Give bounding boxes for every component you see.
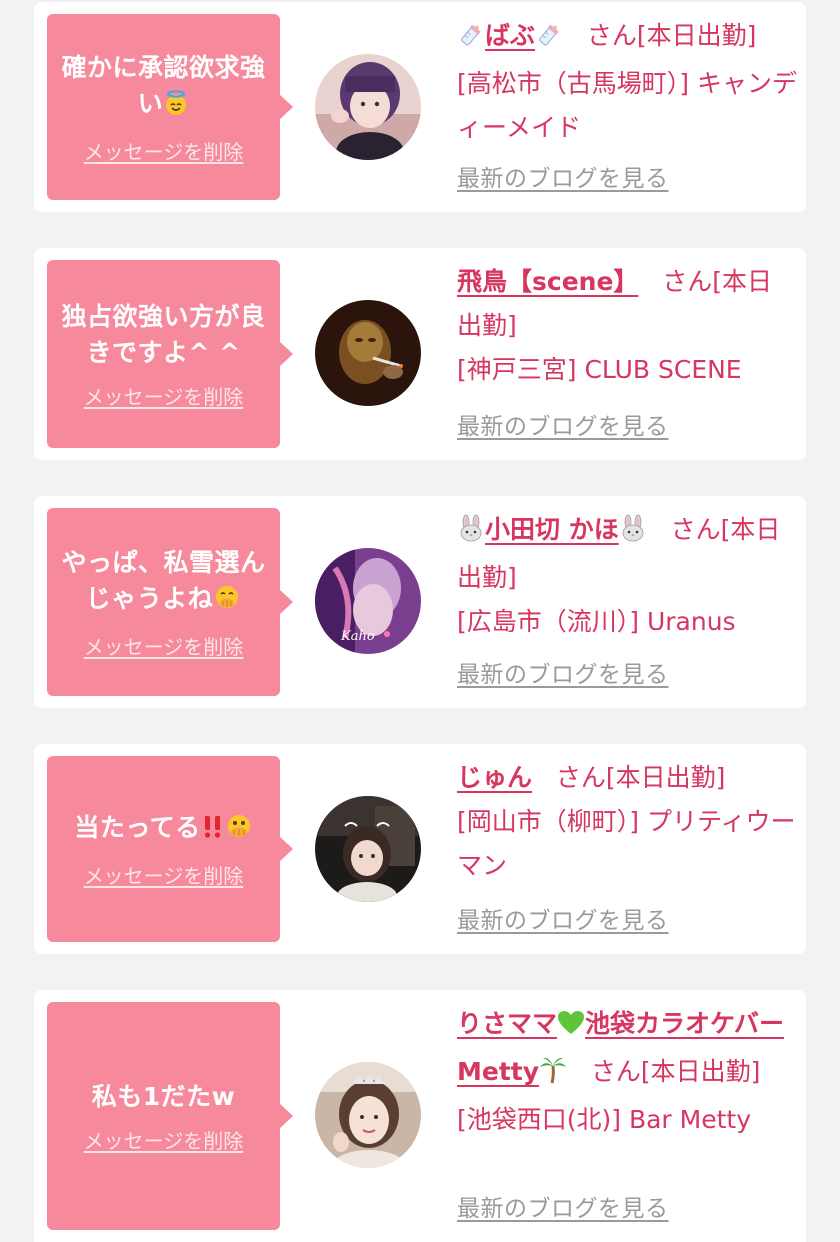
green-heart-icon xyxy=(557,1006,585,1050)
latest-blog-link[interactable]: 最新のブログを見る xyxy=(457,906,669,936)
avatar[interactable]: Kaho xyxy=(315,548,421,654)
message-card: 私も1だたw メッセージを削除 りさママ 池袋カラオケバーMetty さん[本日出… xyxy=(34,990,806,1242)
double-exclamation-icon xyxy=(201,812,225,850)
shop-text: [岡山市（柳町）] プリティウーマン xyxy=(457,807,796,880)
cast-name-text: ばぶ xyxy=(485,21,536,50)
avatar[interactable] xyxy=(315,54,421,160)
rabbit-face-icon xyxy=(619,512,647,556)
message-text: 独占欲強い方が良きですよ^ ^ xyxy=(61,302,266,367)
message-bubble: 当たってる メッセージを削除 xyxy=(47,756,293,942)
delete-message-link[interactable]: メッセージを削除 xyxy=(84,864,244,888)
honorific: さん xyxy=(590,1057,641,1086)
delete-message-link[interactable]: メッセージを削除 xyxy=(84,1129,244,1153)
shop-text: [池袋西口(北)] Bar Metty xyxy=(457,1105,752,1134)
status-text: [本日出勤] xyxy=(636,21,757,50)
message-bubble: 独占欲強い方が良きですよ^ ^ メッセージを削除 xyxy=(47,260,293,448)
message-text: 確かに承認欲求強い xyxy=(57,50,270,126)
status-text: [本日出勤] xyxy=(640,1057,761,1086)
message-card: やっぱ、私雪選んじゃうよね メッセージを削除 Kaho 小田切 かほ さん[本日… xyxy=(34,496,806,708)
cast-name-link[interactable]: ばぶ xyxy=(457,21,563,50)
avatar[interactable] xyxy=(315,1062,421,1168)
cast-name-text: 小田切 かほ xyxy=(485,515,619,544)
cast-info: 小田切 かほ さん[本日出勤] [広島市（流川）] Uranus xyxy=(457,508,797,644)
message-card: 独占欲強い方が良きですよ^ ^ メッセージを削除 飛鳥【scene】 さん[本日… xyxy=(34,248,806,460)
shop-text: [高松市（古馬場町）] キャンディーメイド xyxy=(457,69,797,142)
baby-bottle-icon xyxy=(535,18,563,62)
message-bubble: 確かに承認欲求強い メッセージを削除 xyxy=(47,14,293,200)
honorific: さん xyxy=(555,763,606,792)
honorific: さん xyxy=(662,267,713,296)
cast-info: りさママ 池袋カラオケバーMetty さん[本日出勤] [池袋西口(北)] Bar… xyxy=(457,1002,797,1142)
cast-name-part1: りさママ xyxy=(457,1009,558,1038)
latest-blog-link[interactable]: 最新のブログを見る xyxy=(457,660,669,690)
message-text: 私も1だたw xyxy=(91,1082,236,1111)
cast-name-link[interactable]: 飛鳥【scene】 xyxy=(457,267,638,296)
smiling-face-with-halo-icon xyxy=(163,90,189,126)
message-text-content: 当たってる xyxy=(74,813,201,842)
message-card: 当たってる メッセージを削除 じゅん さん[本日出勤] [岡山市（柳町）] プリ… xyxy=(34,744,806,954)
palm-tree-icon xyxy=(539,1054,567,1098)
status-text: [本日出勤] xyxy=(605,763,726,792)
message-list: 確かに承認欲求強い メッセージを削除 ばぶ さん[本日出勤] [高松市（古馬場町… xyxy=(0,0,840,1242)
rabbit-face-icon xyxy=(457,512,485,556)
message-text: 当たってる xyxy=(74,810,252,850)
latest-blog-link[interactable]: 最新のブログを見る xyxy=(457,412,669,442)
baby-bottle-icon xyxy=(457,18,485,62)
delete-message-link[interactable]: メッセージを削除 xyxy=(84,635,244,659)
face-with-open-eyes-and-hand-over-mouth-icon xyxy=(225,812,253,850)
honorific: さん xyxy=(586,21,637,50)
shop-text: [神戸三宮] CLUB SCENE xyxy=(457,355,742,384)
message-bubble: 私も1だたw メッセージを削除 xyxy=(47,1002,293,1230)
shop-text: [広島市（流川）] Uranus xyxy=(457,607,736,636)
latest-blog-link[interactable]: 最新のブログを見る xyxy=(457,164,669,194)
message-text: やっぱ、私雪選んじゃうよね xyxy=(57,545,270,621)
cast-info: 飛鳥【scene】 さん[本日出勤] [神戸三宮] CLUB SCENE xyxy=(457,260,797,392)
avatar[interactable] xyxy=(315,300,421,406)
face-with-hand-over-mouth-icon xyxy=(213,583,241,621)
cast-info: じゅん さん[本日出勤] [岡山市（柳町）] プリティウーマン xyxy=(457,756,797,888)
latest-blog-link[interactable]: 最新のブログを見る xyxy=(457,1194,669,1224)
honorific: さん xyxy=(670,515,721,544)
cast-name-link[interactable]: じゅん xyxy=(457,763,532,792)
delete-message-link[interactable]: メッセージを削除 xyxy=(84,140,244,164)
cast-info: ばぶ さん[本日出勤] [高松市（古馬場町）] キャンディーメイド xyxy=(457,14,797,150)
delete-message-link[interactable]: メッセージを削除 xyxy=(84,385,244,409)
cast-name-link[interactable]: 小田切 かほ xyxy=(457,514,647,544)
message-bubble: やっぱ、私雪選んじゃうよね メッセージを削除 xyxy=(47,508,293,696)
message-card: 確かに承認欲求強い メッセージを削除 ばぶ さん[本日出勤] [高松市（古馬場町… xyxy=(34,2,806,212)
avatar[interactable] xyxy=(315,796,421,902)
svg-text:Kaho: Kaho xyxy=(340,629,375,644)
